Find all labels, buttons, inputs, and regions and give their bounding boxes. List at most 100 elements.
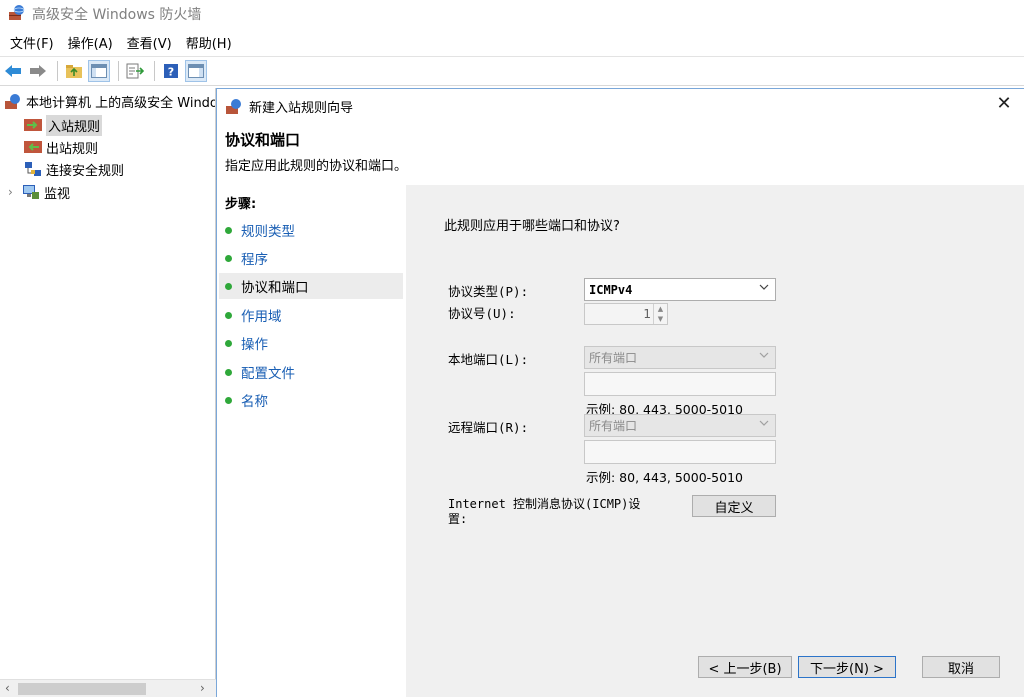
page-heading: 协议和端口 [225, 131, 301, 149]
step-name[interactable]: 名称 [219, 387, 403, 413]
tree-item-monitoring[interactable]: › 监视 [8, 181, 70, 203]
new-inbound-rule-wizard: 新建入站规则向导 ✕ 协议和端口 指定应用此规则的协议和端口。 步骤: 规则类型… [216, 88, 1024, 697]
steps-title: 步骤: [225, 197, 257, 212]
wizard-steps-panel: 步骤: 规则类型 程序 协议和端口 作用域 操作 配置文件 名称 [217, 185, 405, 697]
close-icon[interactable]: ✕ [994, 95, 1014, 115]
local-port-value: 所有端口 [589, 351, 638, 365]
icmp-settings-label: Internet 控制消息协议(ICMP)设 置: [448, 497, 668, 527]
back-arrow-icon[interactable] [2, 60, 24, 82]
local-port-label: 本地端口(L): [448, 352, 529, 367]
chevron-down-icon [759, 284, 769, 290]
menu-help[interactable]: 帮助(H) [180, 33, 238, 52]
show-action-pane-icon[interactable] [185, 60, 207, 82]
remote-port-value: 所有端口 [589, 419, 638, 433]
tree-item-label: 出站规则 [46, 141, 99, 157]
step-program[interactable]: 程序 [219, 245, 403, 271]
step-label: 作用域 [241, 309, 282, 325]
step-rule-type[interactable]: 规则类型 [219, 217, 403, 243]
step-bullet-icon [225, 368, 232, 376]
local-port-select[interactable]: 所有端口 [584, 346, 776, 369]
step-label: 规则类型 [241, 224, 295, 240]
firewall-icon [8, 3, 26, 25]
page-subtitle: 指定应用此规则的协议和端口。 [225, 159, 408, 174]
up-folder-icon[interactable] [63, 60, 85, 82]
tree-item-connection-security-rules[interactable]: 连接安全规则 [24, 158, 124, 180]
help-icon[interactable]: ? [160, 60, 182, 82]
chevron-down-icon [759, 420, 769, 426]
step-bullet-icon [225, 254, 232, 262]
remote-port-example: 示例: 80, 443, 5000-5010 [586, 470, 743, 485]
icmp-label-line2: 置: [448, 512, 468, 526]
step-label: 名称 [241, 394, 268, 410]
dialog-title-bar: 新建入站规则向导 [225, 95, 353, 117]
menu-view[interactable]: 查看(V) [121, 33, 178, 52]
tree-root-label: 本地计算机 上的高级安全 Windows [26, 95, 216, 111]
scroll-right-icon[interactable]: › [200, 681, 205, 695]
svg-text:?: ? [168, 66, 174, 79]
tree-item-outbound-rules[interactable]: 出站规则 [24, 136, 98, 158]
toolbar-separator [57, 61, 58, 81]
tree-horizontal-scrollbar[interactable]: ‹ › [0, 679, 216, 697]
window-title-bar: 高级安全 Windows 防火墙 [0, 0, 1024, 28]
step-bullet-icon [225, 339, 232, 347]
protocol-type-value: ICMPv4 [589, 282, 633, 297]
protocol-number-value: 1 [643, 307, 651, 321]
step-label: 配置文件 [241, 366, 295, 382]
step-protocol-and-ports[interactable]: 协议和端口 [219, 273, 403, 299]
step-label: 操作 [241, 337, 268, 353]
step-bullet-icon [225, 282, 232, 290]
question-text: 此规则应用于哪些端口和协议? [444, 219, 620, 234]
firewall-icon [4, 93, 22, 109]
dialog-title: 新建入站规则向导 [249, 100, 354, 116]
show-tree-icon[interactable] [88, 60, 110, 82]
protocol-number-label: 协议号(U): [448, 306, 516, 321]
tree-root[interactable]: 本地计算机 上的高级安全 Windows [4, 90, 216, 112]
export-list-icon[interactable] [124, 60, 146, 82]
step-bullet-icon [225, 311, 232, 319]
step-action[interactable]: 操作 [219, 330, 403, 356]
next-button[interactable]: 下一步(N) > [798, 656, 896, 678]
toolbar: ? [0, 56, 1024, 86]
connection-security-icon [24, 161, 42, 177]
menu-action[interactable]: 操作(A) [62, 33, 119, 52]
stepper-arrows[interactable]: ▲ ▼ [653, 304, 667, 324]
back-button[interactable]: < 上一步(B) [698, 656, 792, 678]
monitoring-icon [22, 184, 40, 200]
remote-port-select[interactable]: 所有端口 [584, 414, 776, 437]
stepper-down-icon[interactable]: ▼ [658, 315, 663, 323]
window-title: 高级安全 Windows 防火墙 [32, 7, 202, 23]
step-label: 程序 [241, 252, 268, 268]
tree-item-inbound-rules[interactable]: 入站规则 [24, 114, 103, 136]
forward-arrow-icon[interactable] [27, 60, 49, 82]
icmp-label-line1: Internet 控制消息协议(ICMP)设 [448, 497, 641, 511]
step-bullet-icon [225, 396, 232, 404]
step-bullet-icon [225, 226, 232, 234]
remote-port-input[interactable] [584, 440, 776, 464]
outbound-rules-icon [24, 139, 42, 155]
firewall-icon [225, 97, 243, 115]
protocol-number-stepper[interactable]: 1 ▲ ▼ [584, 303, 668, 325]
scrollbar-thumb[interactable] [18, 683, 146, 695]
scroll-left-icon[interactable]: ‹ [5, 681, 10, 695]
stepper-up-icon[interactable]: ▲ [658, 305, 663, 313]
local-port-input[interactable] [584, 372, 776, 396]
menu-file[interactable]: 文件(F) [4, 33, 60, 52]
toolbar-separator [118, 61, 119, 81]
tree-item-label: 连接安全规则 [46, 163, 125, 179]
tree-item-label: 监视 [44, 186, 71, 202]
cancel-button[interactable]: 取消 [922, 656, 1000, 678]
menu-bar: 文件(F) 操作(A) 查看(V) 帮助(H) [0, 30, 1024, 54]
chevron-right-icon[interactable]: › [8, 185, 22, 199]
navigation-tree: 本地计算机 上的高级安全 Windows 入站规则 出站规则 连接安全规则 › … [0, 88, 216, 697]
protocol-type-select[interactable]: ICMPv4 [584, 278, 776, 301]
step-profile[interactable]: 配置文件 [219, 359, 403, 385]
step-label: 协议和端口 [241, 280, 309, 296]
step-scope[interactable]: 作用域 [219, 302, 403, 328]
chevron-down-icon [759, 352, 769, 358]
toolbar-separator [154, 61, 155, 81]
remote-port-label: 远程端口(R): [448, 420, 529, 435]
inbound-rules-icon [24, 117, 42, 133]
wizard-content-panel: 此规则应用于哪些端口和协议? 协议类型(P): ICMPv4 协议号(U): 1… [406, 185, 1024, 697]
protocol-type-label: 协议类型(P): [448, 284, 529, 299]
customize-button[interactable]: 自定义 [692, 495, 776, 517]
